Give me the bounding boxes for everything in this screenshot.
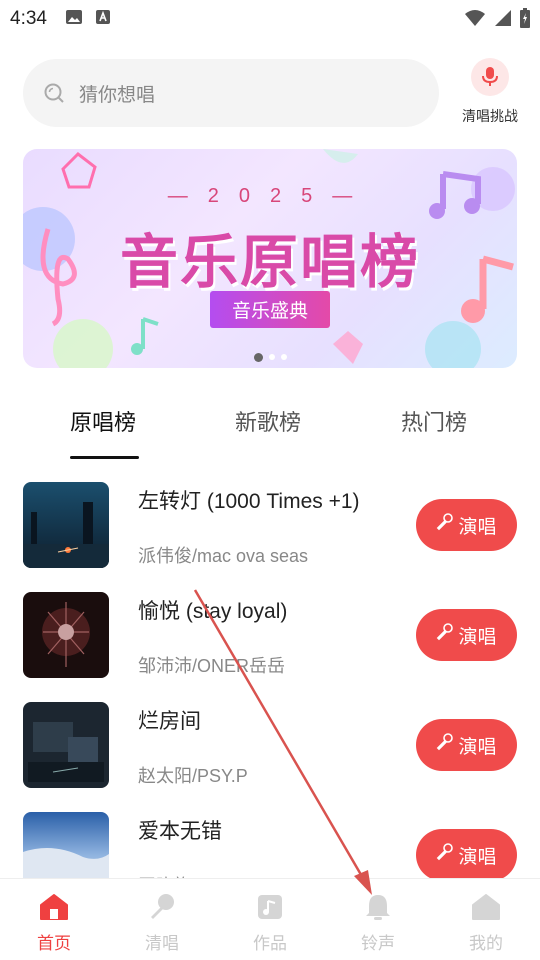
song-artist: 赵太阳/PSY.P (138, 766, 248, 786)
microphone-icon (471, 58, 509, 96)
tab-original-chart[interactable]: 原唱榜 (70, 405, 136, 437)
banner-carousel[interactable]: —2025— 音乐原唱榜 音乐盛典 (23, 149, 517, 368)
list-item[interactable]: 左转灯 (1000 Times +1) 派伟俊/mac ova seas 演唱 (0, 482, 540, 572)
carousel-dot (253, 353, 263, 362)
album-cover (23, 592, 109, 678)
nav-label: 我的 (469, 934, 503, 953)
album-cover (23, 482, 109, 568)
bell-icon (362, 891, 394, 923)
carousel-indicator (23, 353, 517, 362)
tab-hot-chart[interactable]: 热门榜 (401, 405, 467, 437)
sing-button[interactable]: 演唱 (416, 499, 517, 551)
list-item[interactable]: 愉悦 (stay loyal) 邹沛沛/ONER岳岳 演唱 (0, 592, 540, 682)
song-artist: 邹沛沛/ONER岳岳 (138, 656, 286, 676)
chart-tabs: 原唱榜 新歌榜 热门榜 (0, 405, 540, 461)
wifi-icon (464, 9, 486, 32)
song-artist: 派伟俊/mac ova seas (138, 546, 309, 566)
song-title: 烂房间 (138, 710, 201, 733)
image-icon (65, 9, 83, 30)
carousel-dot (268, 354, 275, 360)
nav-label: 首页 (37, 934, 71, 953)
signal-icon (494, 9, 512, 32)
acapella-challenge-button[interactable]: 清唱挑战 (458, 58, 522, 126)
sing-button-label: 演唱 (458, 516, 497, 538)
music-note-icon (254, 891, 286, 923)
sing-button-label: 演唱 (458, 626, 497, 648)
song-title: 爱本无错 (138, 820, 222, 843)
challenge-label: 清唱挑战 (462, 108, 518, 124)
sing-button[interactable]: 演唱 (416, 719, 517, 771)
microphone-icon (146, 891, 178, 923)
nav-label: 铃声 (361, 934, 395, 953)
profile-home-icon (470, 891, 502, 923)
banner-year: —2025— (167, 185, 373, 207)
nav-label: 作品 (253, 934, 287, 953)
sing-button-label: 演唱 (458, 846, 497, 868)
song-title: 左转灯 (1000 Times +1) (138, 490, 360, 513)
album-cover (23, 702, 109, 788)
tab-new-songs-chart[interactable]: 新歌榜 (235, 405, 301, 437)
home-icon (38, 891, 70, 923)
status-time: 4:34 (10, 8, 47, 29)
tab-active-indicator (70, 456, 139, 459)
sing-button[interactable]: 演唱 (416, 609, 517, 661)
bottom-navigation: 首页 清唱 作品 铃声 我的 (0, 878, 540, 960)
list-item[interactable]: 烂房间 赵太阳/PSY.P 演唱 (0, 702, 540, 792)
carousel-dot (280, 354, 287, 360)
text-a-icon (95, 9, 111, 30)
nav-works[interactable]: 作品 (235, 891, 305, 954)
nav-acapella[interactable]: 清唱 (127, 891, 197, 954)
microphone-icon (436, 513, 454, 537)
nav-ringtone[interactable]: 铃声 (343, 891, 413, 954)
song-title: 愉悦 (stay loyal) (138, 600, 288, 623)
sing-button[interactable]: 演唱 (416, 829, 517, 881)
nav-profile[interactable]: 我的 (451, 891, 521, 954)
search-icon (43, 82, 65, 104)
microphone-icon (436, 843, 454, 867)
banner-subtitle: 音乐盛典 (209, 291, 330, 328)
status-bar: 4:34 (0, 0, 540, 38)
search-input[interactable]: 猜你想唱 (23, 59, 439, 127)
battery-icon (520, 8, 530, 33)
sing-button-label: 演唱 (458, 736, 497, 758)
microphone-icon (436, 623, 454, 647)
nav-label: 清唱 (145, 934, 179, 953)
microphone-icon (436, 733, 454, 757)
nav-home[interactable]: 首页 (19, 891, 89, 954)
search-placeholder: 猜你想唱 (79, 84, 156, 106)
banner-title: 音乐原唱榜 (119, 230, 420, 295)
